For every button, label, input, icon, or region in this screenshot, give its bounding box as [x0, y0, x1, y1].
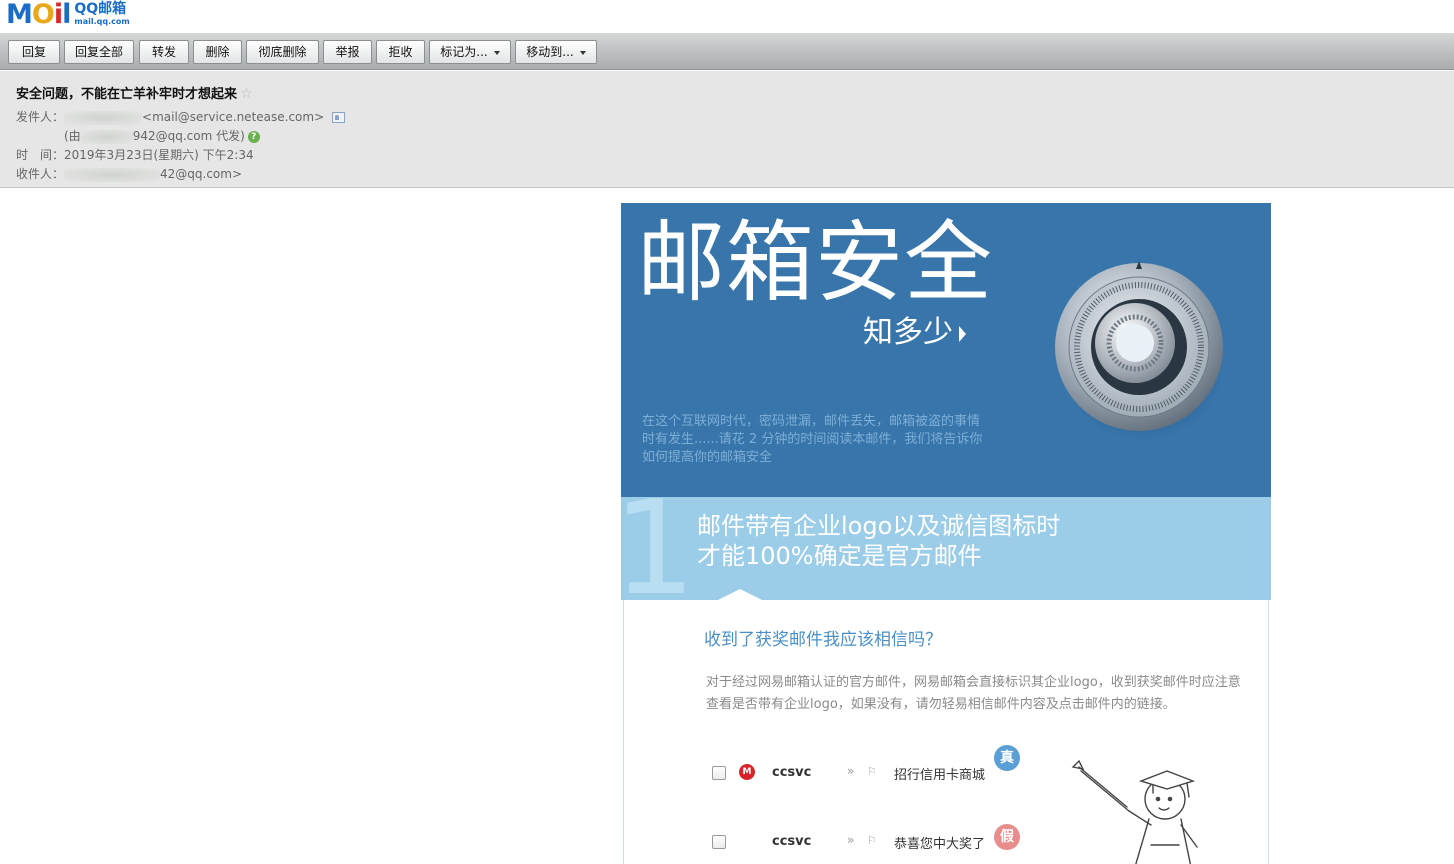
sender-row: 发件人： <mail@service.netease.com>: [16, 109, 346, 125]
section-1-content: 收到了获奖邮件我应该相信吗？ 对于经过网易邮箱认证的官方邮件，网易邮箱会直接标识…: [623, 589, 1269, 864]
logo-brand: QQ邮箱: [74, 1, 127, 17]
safe-dial-icon: [1055, 261, 1223, 441]
move-to-dropdown[interactable]: 移动到...: [515, 40, 597, 64]
hero-banner: 邮箱安全 知多少 在这个互联网时代，密码泄漏，邮件丢失，邮箱被盗的事情时有发生.…: [621, 203, 1271, 497]
mail-toolbar: 回复 回复全部 转发 删除 彻底删除 举报 拒收 标记为... 移动到...: [0, 33, 1454, 70]
sender-address[interactable]: <mail@service.netease.com>: [142, 110, 324, 124]
chevron-down-icon: [579, 50, 586, 55]
sent-on-behalf-row: (由 942@qq.com 代发)?: [64, 128, 260, 144]
reply-all-button[interactable]: 回复全部: [64, 40, 134, 64]
hero-intro-text: 在这个互联网时代，密码泄漏，邮件丢失，邮箱被盗的事情时有发生......请花 2…: [642, 414, 983, 465]
logo-bar: MOil QQ邮箱 mail.qq.com: [0, 0, 1454, 33]
redacted-recipient: [64, 167, 161, 182]
double-chevron-icon: »: [847, 764, 855, 778]
delete-button[interactable]: 删除: [193, 40, 242, 64]
forward-button[interactable]: 转发: [139, 40, 189, 64]
hero-title: 邮箱安全: [637, 211, 994, 314]
cmb-bank-logo-icon: M: [739, 764, 755, 780]
answer-text: 对于经过网易邮箱认证的官方邮件，网易邮箱会直接标识其企业logo，收到获奖邮件时…: [706, 675, 1241, 712]
example-mail-row-fake: ccsvc » ⚐ 恭喜您中大奖了: [712, 830, 1012, 854]
redacted-via-address: [80, 129, 133, 144]
double-chevron-icon: »: [847, 833, 855, 847]
example-mail-row-real: M ccsvc » ⚐ 招行信用卡商城: [712, 761, 1012, 785]
redacted-sender-name: [64, 110, 143, 125]
reply-button[interactable]: 回复: [8, 40, 60, 64]
section-number: 1: [621, 472, 696, 624]
mail-header: 安全问题，不能在亡羊补牢时才想起来 ☆ 发件人： <mail@service.net…: [0, 71, 1454, 188]
delete-forever-button[interactable]: 彻底删除: [246, 40, 319, 64]
logo-domain: mail.qq.com: [74, 17, 130, 26]
time-row: 时 间：2019年3月23日(星期六) 下午2:34: [16, 148, 254, 162]
add-contact-icon[interactable]: [332, 112, 346, 123]
card-notch: [716, 589, 764, 601]
mark-as-dropdown[interactable]: 标记为...: [429, 40, 511, 64]
qq-mail-logo[interactable]: MOil QQ邮箱 mail.qq.com: [6, 0, 130, 30]
flag-icon: ⚐: [867, 765, 877, 778]
mail-body-newsletter: 邮箱安全 知多少 在这个互联网时代，密码泄漏，邮件丢失，邮箱被盗的事情时有发生.…: [621, 203, 1271, 864]
reject-button[interactable]: 拒收: [376, 40, 425, 64]
section-title: 邮件带有企业logo以及诚信图标时 才能100%确定是官方邮件: [697, 512, 1061, 570]
logo-wordmark: MOil: [6, 0, 71, 30]
hero-subtitle: 知多少: [863, 313, 966, 353]
fake-badge: 假: [994, 824, 1020, 850]
chevron-down-icon: [493, 50, 500, 55]
section-1-banner: 1 邮件带有企业logo以及诚信图标时 才能100%确定是官方邮件: [621, 483, 1271, 613]
recipient-row: 收件人： 42@qq.com>: [16, 167, 243, 182]
help-icon[interactable]: ?: [247, 130, 260, 143]
graduate-cartoon-illustration: [1071, 759, 1198, 864]
question-title: 收到了获奖邮件我应该相信吗？: [704, 630, 942, 650]
genuine-badge: 真: [994, 745, 1020, 771]
star-icon[interactable]: ☆: [240, 86, 253, 102]
mail-subject: 安全问题，不能在亡羊补牢时才想起来 ☆: [16, 86, 253, 102]
logo-subtext: QQ邮箱 mail.qq.com: [74, 0, 130, 27]
checkbox: [712, 766, 726, 780]
flag-icon: ⚐: [867, 834, 877, 847]
arrow-right-icon: [959, 325, 966, 342]
report-button[interactable]: 举报: [323, 40, 372, 64]
checkbox: [712, 835, 726, 849]
